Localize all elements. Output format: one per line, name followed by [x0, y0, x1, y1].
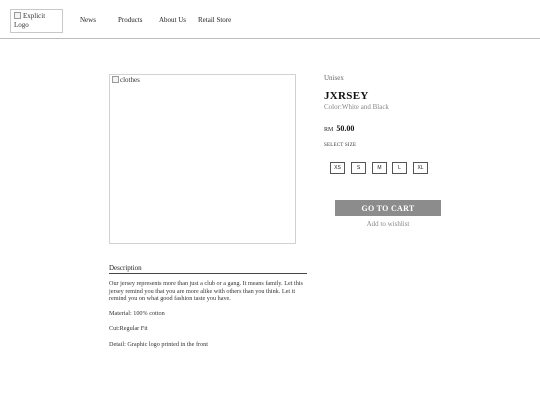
price-row: RM 50.00 [324, 118, 354, 136]
select-size-label: SELECT SIZE [324, 143, 357, 148]
nav-products[interactable]: Products [118, 16, 143, 24]
site-header: Explicit Logo News Products About Us Ret… [0, 0, 540, 39]
add-to-wishlist-link[interactable]: Add to wishlist [335, 220, 441, 228]
product-color: Color:White and Black [324, 103, 389, 111]
product-category: Unisex [324, 74, 344, 82]
nav-about-us[interactable]: About Us [159, 16, 186, 24]
description-material: Material: 100% cotton [109, 310, 165, 317]
description-cut: Cut:Regular Fit [109, 325, 148, 332]
price-currency: RM [324, 127, 334, 133]
size-button-m[interactable]: M [372, 162, 387, 174]
broken-image-icon [14, 12, 21, 19]
go-to-cart-button[interactable]: GO TO CART [335, 200, 441, 216]
broken-image-icon [112, 76, 119, 83]
price-value: 50.00 [336, 124, 355, 133]
product-title: JXRSEY [324, 90, 369, 102]
logo-image[interactable]: Explicit Logo [10, 9, 63, 33]
description-paragraph: Our jersey represents more than just a c… [109, 280, 303, 303]
size-button-xs[interactable]: XS [330, 162, 345, 174]
nav-retail-store[interactable]: Retail Store [198, 16, 231, 24]
size-button-xl[interactable]: XL [413, 162, 428, 174]
description-heading: Description [109, 264, 307, 274]
size-button-l[interactable]: L [392, 162, 407, 174]
product-image-alt-text: clothes [120, 76, 140, 84]
size-button-s[interactable]: S [351, 162, 366, 174]
description-detail: Detail: Graphic logo printed in the fron… [109, 341, 208, 348]
product-image: clothes [109, 74, 296, 244]
nav-news[interactable]: News [80, 16, 96, 24]
